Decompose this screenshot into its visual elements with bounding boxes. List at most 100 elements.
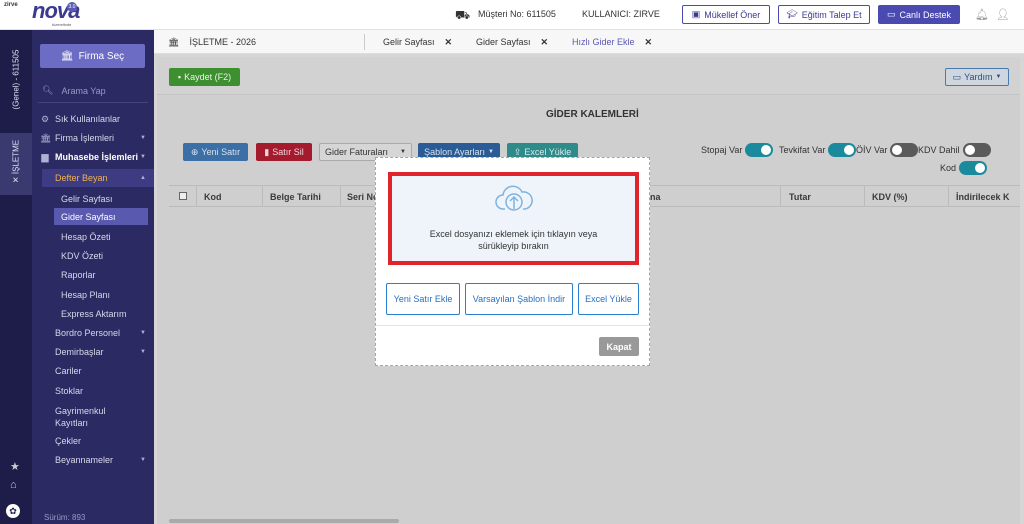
tab-gider[interactable]: Gider Sayfası ✕	[476, 30, 548, 54]
help-button[interactable]: ▭ Yardım ▼	[945, 68, 1009, 86]
excel-upload-modal: Excel dosyanızı eklemek için tıklayın ve…	[375, 157, 650, 366]
drop-zone-text: Excel dosyanızı eklemek için tıklayın ve…	[429, 229, 598, 251]
account-label: (Genel) - 611505	[11, 49, 21, 110]
building-icon: 🏛︎	[40, 132, 52, 143]
col-aciklama[interactable]: na	[650, 192, 661, 202]
download-template-button[interactable]: Varsayılan Şablon İndir	[465, 283, 573, 315]
top-bar: zirve nova 3.0 hizmetinde ⛟ Müşteri No: …	[0, 0, 1024, 30]
sidebar-sub-gider[interactable]: Gider Sayfası	[54, 208, 148, 225]
kod-toggle-group: Kod	[940, 161, 988, 175]
horizontal-scrollbar[interactable]	[169, 519, 399, 523]
user-card-icon: ▣	[691, 9, 701, 19]
kod-toggle[interactable]	[959, 161, 988, 175]
close-icon[interactable]: ✕	[445, 37, 453, 48]
sidebar-sub-gelir[interactable]: Gelir Sayfası	[32, 190, 154, 207]
tab-hizli-gider[interactable]: Hızlı Gider Ekle ✕	[572, 30, 652, 54]
cookie-icon[interactable]: ✿	[6, 504, 20, 518]
bell-icon[interactable]: 🔔︎	[975, 8, 989, 21]
save-icon: ▪	[177, 72, 182, 82]
user-icon[interactable]: 👤︎	[996, 8, 1010, 21]
chevron-down-icon: ▼	[140, 330, 146, 336]
sidebar-sub-hesap-ozeti[interactable]: Hesap Özeti	[32, 228, 154, 245]
sidebar-item-muhasebe[interactable]: ▆ Muhasebe İşlemleri ▼	[32, 149, 154, 165]
select-all-checkbox[interactable]	[179, 192, 187, 200]
divider	[340, 185, 341, 207]
mukellef-oner-button[interactable]: ▣ Mükellef Öner	[682, 5, 770, 24]
divider	[196, 185, 197, 207]
customer-number: Müşteri No: 611505	[478, 9, 556, 19]
sidebar-item-beyannameler[interactable]: Beyannameler ▼	[32, 452, 154, 468]
divider	[364, 34, 365, 50]
file-drop-zone[interactable]: Excel dosyanızı eklemek için tıklayın ve…	[388, 172, 639, 265]
sidebar-item-demirbas[interactable]: Demirbaşlar ▼	[32, 344, 154, 360]
chat-icon: ▭	[886, 9, 896, 19]
chevron-up-icon: ▲	[140, 175, 146, 181]
folder-icon: ▆	[41, 151, 49, 162]
customer-icon: ⛟	[455, 8, 471, 22]
chevron-down-icon: ▼	[400, 149, 406, 155]
oiv-toggle[interactable]	[890, 143, 919, 157]
modal-excel-upload-button[interactable]: Excel Yükle	[578, 283, 639, 315]
canli-destek-button[interactable]: ▭ Canlı Destek	[878, 5, 960, 24]
sidebar-sub-raporlar[interactable]: Raporlar	[32, 266, 154, 283]
col-kod[interactable]: Kod	[204, 192, 222, 202]
trash-icon: ▮	[264, 146, 270, 157]
chevron-down-icon: ▼	[140, 154, 146, 160]
tab-gelir[interactable]: Gelir Sayfası ✕	[383, 30, 452, 54]
sidebar-sub-hesap-plani[interactable]: Hesap Planı	[32, 286, 154, 303]
close-icon[interactable]: ✕	[645, 37, 653, 48]
sidebar: 🏛︎ Firma Seç 🔍︎ Arama Yap ⚙ Sık Kullanılanl…	[32, 30, 154, 524]
col-seri-no[interactable]: Seri No	[347, 192, 379, 202]
action-bar	[157, 57, 1020, 95]
divider	[38, 102, 148, 103]
sidebar-item-cekler[interactable]: Çekler	[32, 433, 154, 449]
sidebar-item-cariler[interactable]: Cariler	[32, 363, 154, 379]
sidebar-item-gayrimenkul[interactable]: Gayrimenkul Kayıtları	[32, 403, 112, 431]
oiv-toggle-group: ÖİV Var	[856, 143, 919, 157]
tevkifat-toggle[interactable]	[828, 143, 857, 157]
tevkifat-toggle-group: Tevkifat Var	[779, 143, 857, 157]
close-icon[interactable]: ✕	[541, 37, 549, 48]
sidebar-item-bordro[interactable]: Bordro Personel ▼	[32, 325, 154, 341]
help-icon: ▭	[952, 71, 962, 82]
sidebar-item-defter-beyan[interactable]: Defter Beyan ▲	[42, 169, 154, 187]
brand-sub: hizmetinde	[52, 22, 72, 27]
divider	[376, 325, 649, 326]
delete-row-button[interactable]: ▮ Satır Sil	[256, 143, 312, 161]
sidebar-sub-kdv-ozeti[interactable]: KDV Özeti	[32, 247, 154, 264]
col-belge-tarihi[interactable]: Belge Tarihi	[270, 192, 321, 202]
new-row-button[interactable]: ⊕ Yeni Satır	[183, 143, 248, 161]
star-icon[interactable]: ★	[10, 460, 20, 473]
col-kdv[interactable]: KDV (%)	[872, 192, 908, 202]
modal-new-row-button[interactable]: Yeni Satır Ekle	[386, 283, 460, 315]
save-button[interactable]: ▪ Kaydet (F2)	[169, 68, 240, 86]
building-icon: 🏛︎	[168, 36, 180, 47]
bank-icon: 🏛︎	[60, 50, 74, 62]
kdv-dahil-toggle-group: KDV Dahil	[918, 143, 991, 157]
divider	[948, 185, 949, 207]
search-icon: 🔍︎	[42, 85, 54, 95]
plus-circle-icon: ⊕	[190, 146, 199, 157]
sidebar-sub-express[interactable]: Express Aktarım	[32, 305, 154, 322]
col-indirilecek[interactable]: İndirilecek K	[956, 192, 1020, 202]
sidebar-item-firma[interactable]: 🏛︎ Firma İşlemleri ▼	[32, 130, 154, 146]
settings-icon: ⚙	[40, 113, 50, 124]
sidebar-item-stoklar[interactable]: Stoklar	[32, 383, 154, 399]
user-label: KULLANICI: ZIRVE	[582, 9, 660, 19]
divider	[262, 185, 263, 207]
sidebar-item-favorites[interactable]: ⚙ Sık Kullanılanlar	[32, 111, 154, 127]
module-tab-isletme[interactable]: ✕ İŞLETME	[0, 133, 32, 195]
chevron-down-icon: ▼	[140, 349, 146, 355]
sidebar-search[interactable]: 🔍︎ Arama Yap	[42, 85, 106, 96]
firma-sec-button[interactable]: 🏛︎ Firma Seç	[40, 44, 145, 68]
graduation-cap-icon: 🎓︎	[786, 9, 798, 19]
col-tutar[interactable]: Tutar	[789, 192, 811, 202]
module-rail: (Genel) - 611505 ✕ İŞLETME ★ ⌂ ✿	[0, 30, 32, 524]
bank-icon[interactable]: ⌂	[10, 479, 17, 491]
tab-bar: 🏛︎ İŞLETME - 2026 Gelir Sayfası ✕ Gider Sa…	[154, 30, 1024, 54]
kdv-dahil-toggle[interactable]	[962, 143, 991, 157]
close-button[interactable]: Kapat	[599, 337, 639, 356]
divider	[864, 185, 865, 207]
stopaj-toggle[interactable]	[745, 143, 774, 157]
egitim-talep-button[interactable]: 🎓︎ Eğitim Talep Et	[778, 5, 870, 24]
